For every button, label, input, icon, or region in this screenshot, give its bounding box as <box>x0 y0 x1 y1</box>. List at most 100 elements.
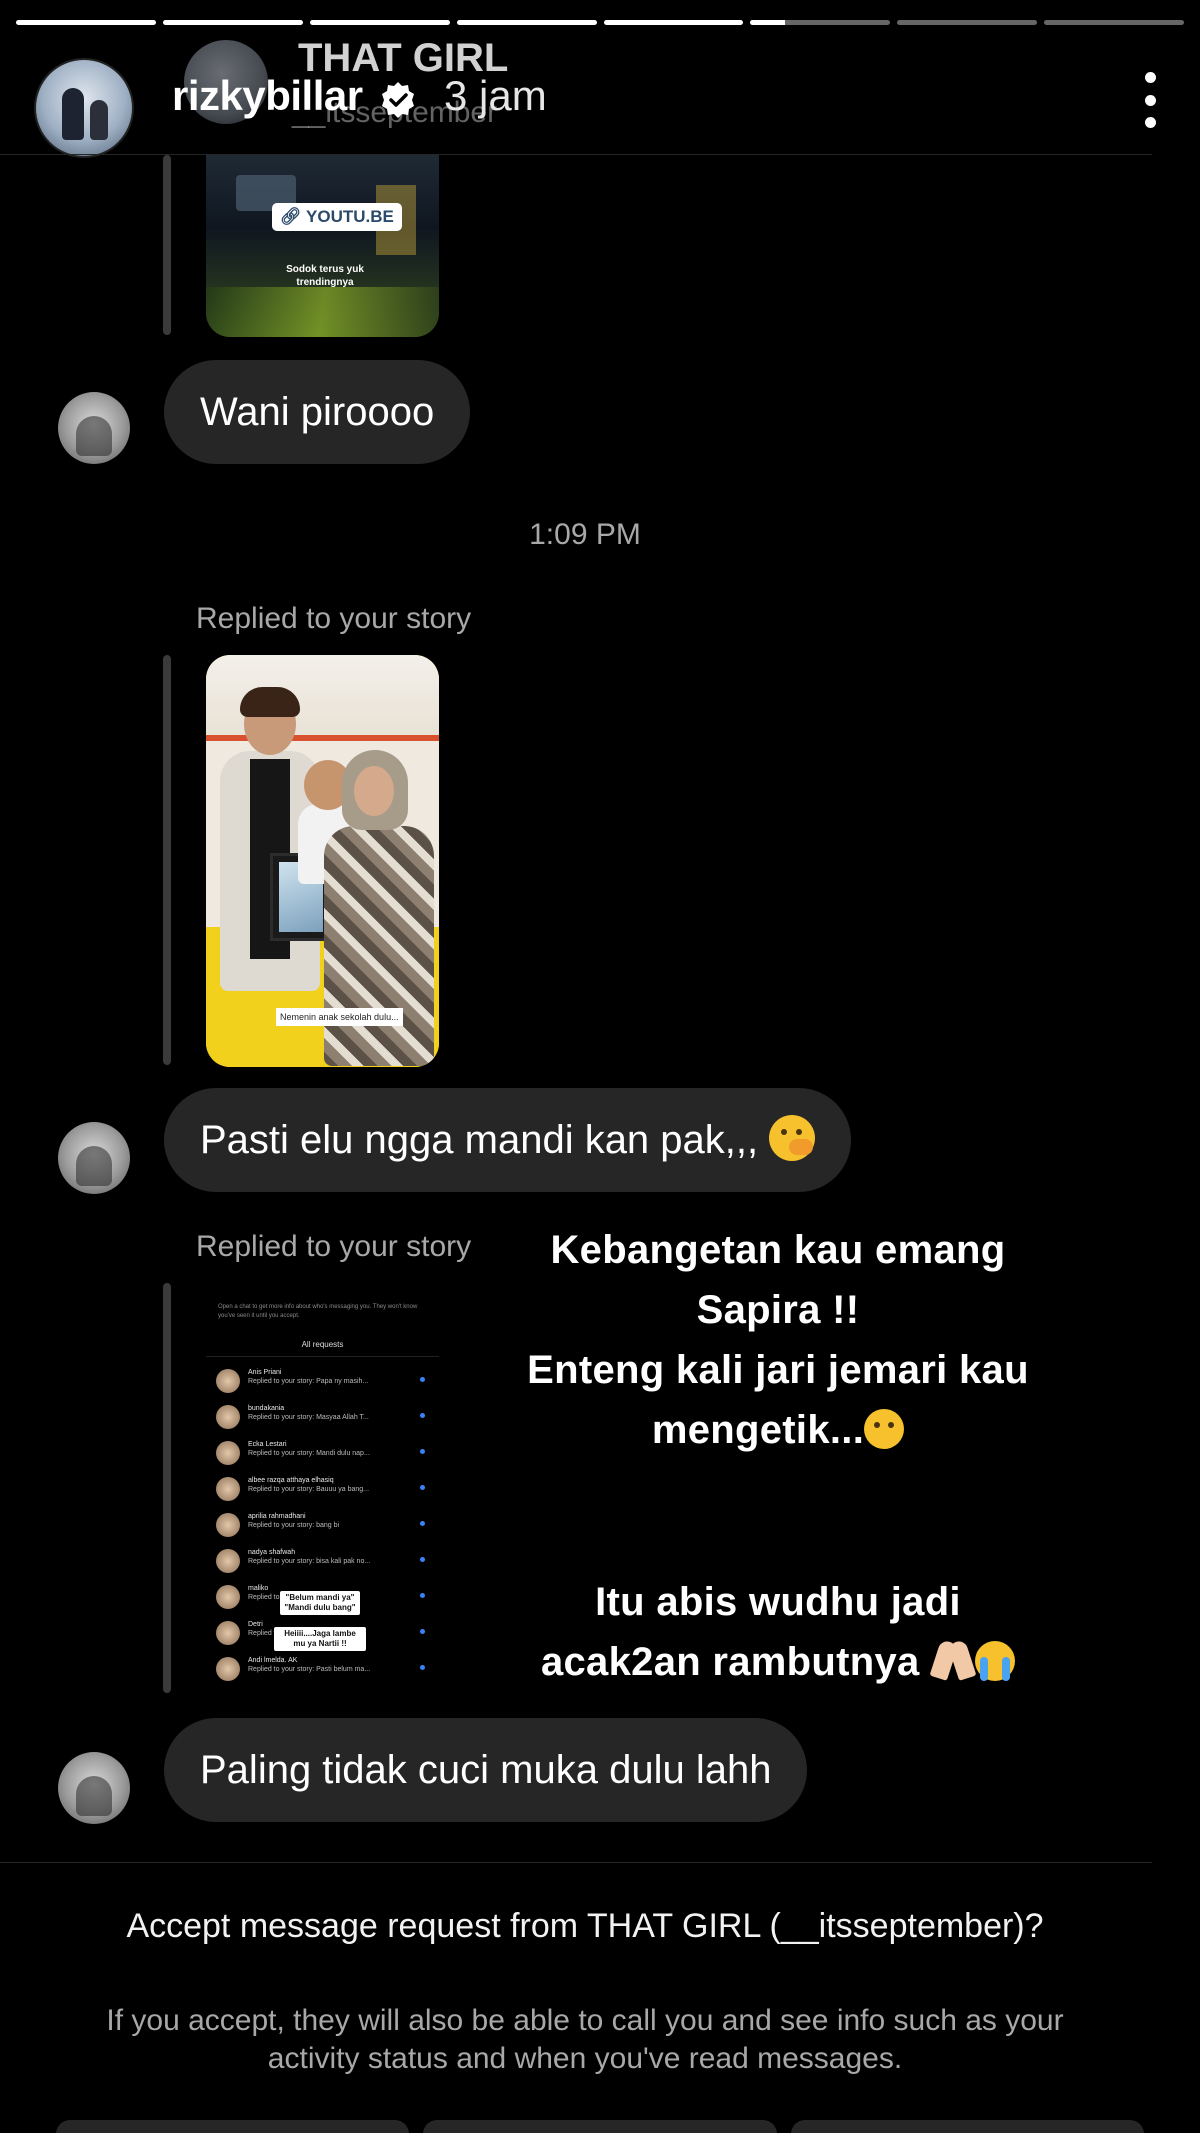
story-reply-card-family[interactable]: Nemenin anak sekolah dulu... <box>206 655 439 1067</box>
story-progress-segment <box>897 20 1038 25</box>
unread-dot <box>420 1377 425 1382</box>
message-text: Paling tidak cuci muka dulu lahh <box>200 1748 772 1792</box>
story-progress-segment <box>750 20 891 25</box>
request-avatar <box>216 1477 240 1501</box>
request-actions <box>56 2120 1144 2133</box>
verified-badge-icon <box>382 82 414 118</box>
message-bubble[interactable]: Wani piroooo <box>164 360 471 464</box>
story-progress-segment <box>162 20 303 25</box>
request-row: albee razqa atthaya elhasiq Replied to yo… <box>216 1475 429 1504</box>
request-preview: Replied to your story: Pasti belum ma... <box>248 1666 371 1673</box>
request-row: Ecka Lestari Replied to your story: Mandi… <box>216 1439 429 1468</box>
request-name: bundakania <box>248 1405 285 1412</box>
story-user-avatar[interactable] <box>34 58 134 158</box>
story-progress-segment <box>1044 20 1184 25</box>
requests-header: All requests <box>206 1333 439 1357</box>
story-progress-segment <box>456 20 597 25</box>
request-avatar <box>216 1657 240 1681</box>
story-progress-segment <box>309 20 450 25</box>
request-preview: Replied to your story: Papa ny masih... <box>248 1378 369 1385</box>
request-row: Anis Priani Replied to your story: Papa n… <box>216 1367 429 1396</box>
youtube-card-caption: Sodok terus yuk trendingnya <box>286 264 364 288</box>
message-text: Wani piroooo <box>200 390 435 434</box>
request-name: nadya shafwah <box>248 1549 296 1556</box>
text-sticker: Heiiii....Jaga lambe mu ya Nartii !! <box>274 1627 366 1651</box>
request-preview: Replied to your story: Mandi dulu nap... <box>248 1450 370 1457</box>
footer-divider <box>0 1862 1152 1863</box>
request-avatar <box>216 1441 240 1465</box>
request-avatar <box>216 1369 240 1393</box>
request-name: Anis Priani <box>248 1369 282 1376</box>
story-reply-card-requests[interactable]: Open a chat to get more info about who's… <box>206 1283 439 1693</box>
request-name: aprilia rahmadhani <box>248 1513 306 1520</box>
unread-dot <box>420 1521 425 1526</box>
request-row: nadya shafwah Replied to your story: bisa… <box>216 1547 429 1576</box>
reply-indicator-bar <box>163 1283 171 1693</box>
story-reply-card-youtube[interactable]: 🔗︎ YOUTU.BE Sodok terus yuk trendingnya <box>206 155 439 337</box>
story-progress-segment <box>603 20 744 25</box>
request-row: bundakania Replied to your story: Masyaa … <box>216 1403 429 1432</box>
request-name: Andi lmelda. AK <box>248 1657 298 1664</box>
folded-hands-emoji <box>931 1639 975 1681</box>
sender-avatar[interactable] <box>58 1122 130 1194</box>
replied-to-story-label: Replied to your story <box>196 602 472 635</box>
requests-top-note: Open a chat to get more info about who's… <box>218 1304 418 1319</box>
unread-dot <box>420 1593 425 1598</box>
story-progress-fill <box>162 20 303 25</box>
unread-dot <box>420 1629 425 1634</box>
request-name: Ecka Lestari <box>248 1441 287 1448</box>
unread-dot <box>420 1665 425 1670</box>
message-timestamp: 1:09 PM <box>529 518 641 551</box>
header-divider <box>0 154 1152 155</box>
accept-request-title: Accept message request from THAT GIRL (_… <box>126 1907 1044 1945</box>
request-preview: Replied to your story: bang bi <box>248 1522 340 1529</box>
overlay-line: Enteng kali jari jemari kau <box>527 1348 1029 1392</box>
accept-button[interactable] <box>790 2120 1144 2133</box>
story-progress-fill <box>456 20 597 25</box>
overlay-line-with-emoji: acak2an rambutnya <box>488 1632 1068 1692</box>
request-name: Detri <box>248 1621 263 1628</box>
message-bubble[interactable]: Pasti elu ngga mandi kan pak,,, <box>164 1088 852 1192</box>
sender-avatar[interactable] <box>58 392 130 464</box>
delete-button[interactable] <box>423 2120 777 2133</box>
story-screen: THAT GIRL __itsseptember rizkybillar 3 j… <box>0 0 1200 2133</box>
story-progress-fill <box>603 20 744 25</box>
request-avatar <box>216 1621 240 1645</box>
unread-dot <box>420 1557 425 1562</box>
unread-dot <box>420 1485 425 1490</box>
reply-indicator-bar <box>163 655 171 1065</box>
overlay-line: Itu abis wudhu jadi <box>595 1580 961 1624</box>
unread-dot <box>420 1449 425 1454</box>
request-avatar <box>216 1549 240 1573</box>
message-bubble[interactable]: Paling tidak cuci muka dulu lahh <box>164 1718 808 1822</box>
link-sticker-label: YOUTU.BE <box>306 207 394 226</box>
request-name: albee razqa atthaya elhasiq <box>248 1477 334 1484</box>
overlay-line-with-emoji: mengetik... <box>488 1400 1068 1460</box>
request-row: aprilia rahmadhani Replied to your story:… <box>216 1511 429 1540</box>
request-avatar <box>216 1585 240 1609</box>
story-progress-fill <box>750 20 786 25</box>
text-sticker: "Belum mandi ya" "Mandi dulu bang" <box>280 1591 360 1615</box>
accept-request-description: If you accept, they will also be able to… <box>106 2004 1064 2075</box>
overlay-line: acak2an rambutnya <box>540 1640 920 1684</box>
overlay-line: Sapira !! <box>696 1288 860 1332</box>
request-avatar <box>216 1513 240 1537</box>
request-preview: Replied to your story: Bauuu ya bang... <box>248 1486 370 1493</box>
loudly-crying-emoji <box>975 1641 1016 1681</box>
request-row: Andi lmelda. AK Replied to your story: Pa… <box>216 1655 429 1684</box>
sender-avatar[interactable] <box>58 1752 130 1824</box>
story-username[interactable]: rizkybillar <box>172 72 363 120</box>
message-text: Pasti elu ngga mandi kan pak,,, <box>200 1118 759 1162</box>
request-name: maliko <box>248 1585 269 1592</box>
overlay-line: Kebangetan kau emang <box>550 1228 1006 1272</box>
link-sticker[interactable]: 🔗︎ YOUTU.BE <box>272 203 402 231</box>
request-preview: Replied to your story: Masyaa Allah T... <box>248 1414 369 1421</box>
request-preview: Replied to your story: bisa kali pak no.… <box>248 1558 371 1565</box>
story-overlay-text: Kebangetan kau emang Sapira !! Enteng ka… <box>488 1220 1068 1692</box>
block-button[interactable] <box>56 2120 410 2133</box>
link-icon: 🔗︎ <box>280 207 302 226</box>
more-options-icon[interactable] <box>1140 72 1160 128</box>
story-header: rizkybillar 3 jam <box>0 50 1200 160</box>
raised-eyebrow-emoji <box>864 1409 905 1449</box>
unread-dot <box>420 1413 425 1418</box>
